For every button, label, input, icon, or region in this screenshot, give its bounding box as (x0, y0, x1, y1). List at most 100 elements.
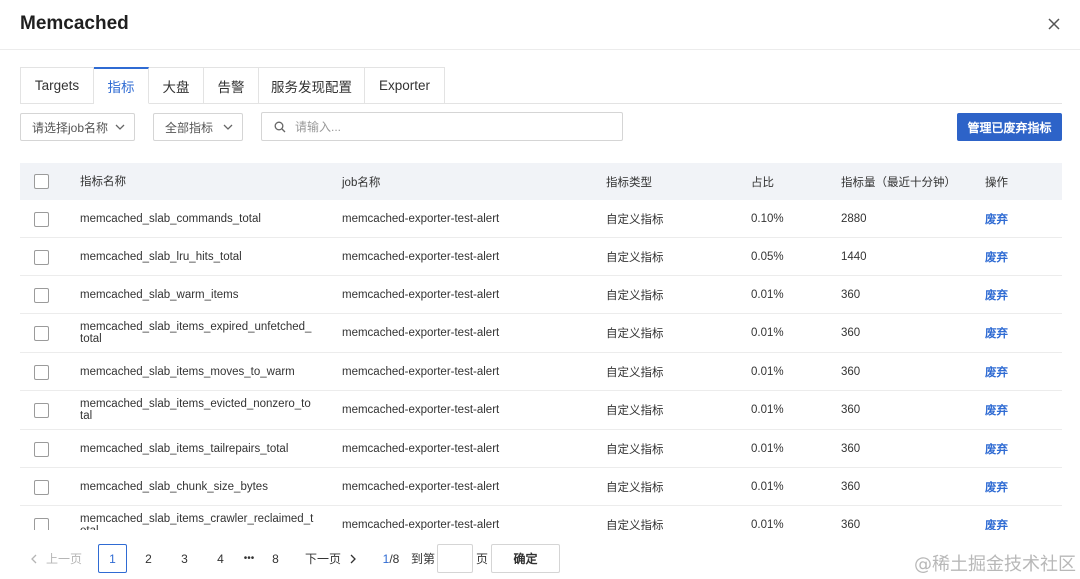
metric-type: 自定义指标 (606, 366, 664, 379)
goto-page-input[interactable] (437, 544, 473, 573)
metric-count: 360 (841, 365, 861, 378)
metric-type: 自定义指标 (606, 328, 664, 340)
metric-type-select-value: 全部指标 (165, 120, 214, 135)
job-name: memcached-exporter-test-alert (342, 212, 500, 225)
header-ratio: 占比 (751, 176, 774, 189)
metric-count: 360 (841, 518, 861, 531)
job-name: memcached-exporter-test-alert (342, 288, 500, 301)
metric-name: memcached_slab_warm_items (80, 288, 239, 301)
page-unit-label: 页 (476, 552, 489, 566)
page-4[interactable]: 4 (206, 544, 235, 573)
metric-name: memcached_slab_items_moves_to_warm (80, 365, 295, 378)
metric-count: 360 (841, 480, 861, 493)
goto-confirm-button[interactable]: 确定 (491, 544, 560, 573)
metrics-table: 指标名称 job名称 指标类型 占比 指标量（最近十分钟） 操作 memcach… (20, 163, 1062, 530)
job-name: memcached-exporter-test-alert (342, 365, 500, 378)
page-ellipsis[interactable]: ••• (236, 544, 262, 573)
header-metric-name: 指标名称 (80, 175, 126, 188)
row-checkbox[interactable] (34, 288, 49, 303)
prev-page-button[interactable]: 上一页 (30, 544, 82, 573)
metric-type: 自定义指标 (606, 443, 664, 456)
table-row: memcached_slab_items_expired_unfetched_ … (20, 314, 1062, 353)
deprecate-link[interactable]: 废弃 (985, 276, 1008, 313)
tab-alerts[interactable]: 告警 (204, 67, 259, 104)
tab-dashboard[interactable]: 大盘 (149, 67, 204, 104)
chevron-down-icon (115, 124, 125, 130)
tab-exporter[interactable]: Exporter (365, 67, 445, 104)
metric-type-select[interactable]: 全部指标 (153, 113, 243, 141)
deprecate-link[interactable]: 废弃 (985, 200, 1008, 237)
deprecate-link[interactable]: 废弃 (985, 353, 1008, 390)
metric-ratio: 0.05% (751, 250, 784, 263)
row-checkbox[interactable] (34, 518, 49, 530)
watermark: @稀土掘金技术社区 (914, 554, 1076, 575)
tab-service-discovery[interactable]: 服务发现配置 (259, 67, 365, 104)
metric-ratio: 0.01% (751, 327, 784, 339)
metric-ratio: 0.01% (751, 442, 784, 455)
select-all-checkbox[interactable] (34, 174, 49, 189)
job-name: memcached-exporter-test-alert (342, 480, 500, 493)
row-checkbox[interactable] (34, 365, 49, 380)
search-box (261, 112, 623, 141)
deprecate-link[interactable]: 废弃 (985, 506, 1008, 531)
table-row: memcached_slab_items_evicted_nonzero_to … (20, 391, 1062, 430)
search-icon (274, 121, 286, 132)
metric-name: memcached_slab_chunk_size_bytes (80, 480, 268, 493)
job-select[interactable]: 请选择job名称 (20, 113, 135, 141)
job-name: memcached-exporter-test-alert (342, 404, 500, 416)
page-3[interactable]: 3 (170, 544, 199, 573)
row-checkbox[interactable] (34, 326, 49, 341)
header-job-name: job名称 (342, 176, 381, 189)
tab-metrics[interactable]: 指标 (94, 67, 149, 104)
modal-title: Memcached (20, 13, 129, 34)
close-icon[interactable] (1044, 14, 1064, 34)
chevron-left-icon (31, 554, 37, 563)
deprecate-link[interactable]: 废弃 (985, 430, 1008, 467)
metric-name: memcached_slab_lru_hits_total (80, 250, 242, 263)
deprecate-link[interactable]: 废弃 (985, 391, 1008, 429)
current-page: 1 (382, 551, 390, 566)
next-page-button[interactable]: 下一页 (305, 544, 357, 573)
page-indicator: 1/8 (382, 544, 400, 573)
table-row: memcached_slab_items_crawler_reclaimed_t… (20, 506, 1062, 530)
deprecate-link[interactable]: 废弃 (985, 314, 1008, 352)
metric-type: 自定义指标 (606, 251, 664, 264)
page-1[interactable]: 1 (98, 544, 127, 573)
deprecate-link[interactable]: 废弃 (985, 468, 1008, 505)
tab-divider (444, 103, 1062, 104)
metric-type: 自定义指标 (606, 519, 664, 531)
metric-count: 360 (841, 288, 861, 301)
metric-ratio: 0.01% (751, 365, 784, 378)
metric-type: 自定义指标 (606, 213, 664, 226)
metric-ratio: 0.01% (751, 480, 784, 493)
table-row: memcached_slab_items_tailrepairs_total me… (20, 430, 1062, 468)
table-row: memcached_slab_commands_total memcached-e… (20, 200, 1062, 238)
next-page-label: 下一页 (305, 552, 342, 566)
metric-name: memcached_slab_items_crawler_reclaimed_t… (80, 512, 314, 531)
row-checkbox[interactable] (34, 480, 49, 495)
metric-count: 2880 (841, 212, 867, 225)
metric-type: 自定义指标 (606, 405, 664, 417)
manage-deprecated-metrics-button[interactable]: 管理已废弃指标 (957, 113, 1062, 141)
row-checkbox[interactable] (34, 442, 49, 457)
page-2[interactable]: 2 (134, 544, 163, 573)
table-row: memcached_slab_lru_hits_total memcached-e… (20, 238, 1062, 276)
metric-name: memcached_slab_items_evicted_nonzero_to … (80, 398, 311, 422)
row-checkbox[interactable] (34, 212, 49, 227)
metric-count: 1440 (841, 250, 867, 263)
page-8[interactable]: 8 (261, 544, 290, 573)
table-header: 指标名称 job名称 指标类型 占比 指标量（最近十分钟） 操作 (20, 163, 1062, 200)
row-checkbox[interactable] (34, 403, 49, 418)
job-name: memcached-exporter-test-alert (342, 518, 500, 531)
header-metric-type: 指标类型 (606, 176, 652, 189)
goto-label: 到第 (411, 552, 436, 566)
table-row: memcached_slab_items_moves_to_warm memcac… (20, 353, 1062, 391)
tab-targets[interactable]: Targets (20, 67, 94, 104)
total-pages: /8 (389, 551, 400, 566)
deprecate-link[interactable]: 废弃 (985, 238, 1008, 275)
chevron-right-icon (350, 554, 356, 563)
modal-header: Memcached (0, 0, 1080, 50)
search-input[interactable] (295, 119, 595, 134)
metric-name: memcached_slab_items_tailrepairs_total (80, 442, 289, 455)
row-checkbox[interactable] (34, 250, 49, 265)
